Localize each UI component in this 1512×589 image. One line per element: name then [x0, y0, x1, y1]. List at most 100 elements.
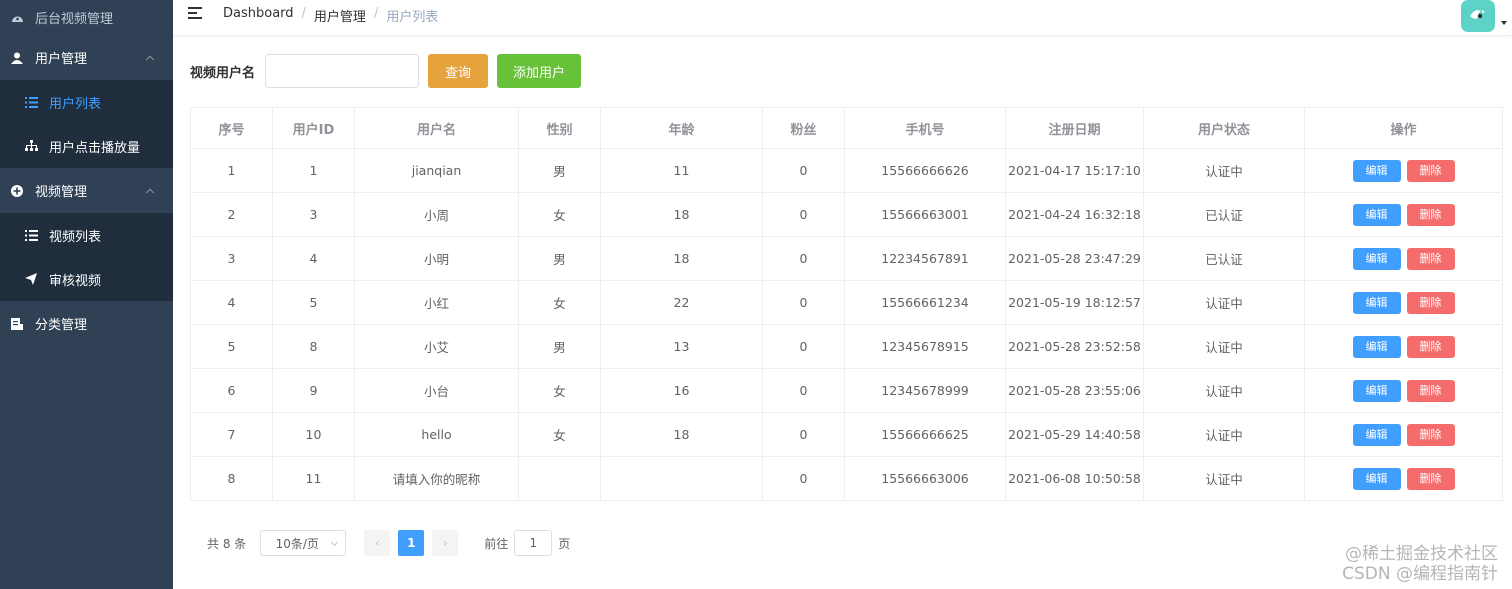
cell-fans: 0: [762, 324, 845, 369]
cell-username: 小明: [354, 236, 519, 281]
delete-button[interactable]: 删除: [1406, 467, 1455, 490]
table-header-row: 序号 用户ID 用户名 性别 年龄 粉丝 手机号 注册日期 用户状态 操作: [190, 107, 1503, 149]
cell-user-id: 5: [272, 280, 355, 325]
sidebar-item-label: 审核视频: [49, 273, 102, 289]
edit-button[interactable]: 编辑: [1352, 203, 1401, 226]
cell-user-id: 1: [272, 148, 355, 193]
edit-button[interactable]: 编辑: [1352, 291, 1401, 314]
cell-actions: 编辑 删除: [1304, 192, 1503, 237]
cell-age: 16: [600, 368, 763, 413]
delete-button[interactable]: 删除: [1406, 203, 1455, 226]
list-icon: [24, 95, 38, 109]
column-header: 操作: [1304, 107, 1503, 149]
cell-user-id: 11: [272, 456, 355, 501]
page-number-current[interactable]: 1: [398, 530, 425, 556]
table-row: 8 11 请填入你的昵称 0 15566663006 2021-06-08 10:50:5…: [190, 456, 1503, 501]
cell-index: 1: [190, 148, 273, 193]
sidebar-item-user-management[interactable]: 用户管理: [0, 35, 173, 80]
sidebar-item-label: 视频管理: [35, 185, 88, 200]
edit-button[interactable]: 编辑: [1352, 467, 1401, 490]
edit-button[interactable]: 编辑: [1352, 159, 1401, 182]
column-header: 粉丝: [762, 107, 845, 149]
cell-actions: 编辑 删除: [1304, 236, 1503, 281]
cell-actions: 编辑 删除: [1304, 324, 1503, 369]
goto-label: 前往: [484, 536, 509, 551]
cell-index: 2: [190, 192, 273, 237]
sidebar: 后台视频管理 用户管理 用户列表 用户点击播放量 视频管理 视频列表 审核视频 …: [0, 0, 173, 589]
cell-status: 认证中: [1143, 324, 1305, 369]
delete-button[interactable]: 删除: [1406, 379, 1455, 402]
dashboard-icon: [10, 11, 24, 25]
sidebar-item-user-list[interactable]: 用户列表: [0, 80, 173, 124]
cell-gender: 男: [518, 236, 601, 281]
edit-button[interactable]: 编辑: [1352, 423, 1401, 446]
cell-actions: 编辑 删除: [1304, 280, 1503, 325]
sidebar-item-dashboard[interactable]: 后台视频管理: [0, 0, 173, 35]
column-header: 用户ID: [272, 107, 355, 149]
delete-button[interactable]: 删除: [1406, 159, 1455, 182]
chevron-down-icon: [331, 538, 339, 547]
delete-button[interactable]: 删除: [1406, 291, 1455, 314]
prev-page-button[interactable]: ‹: [364, 530, 391, 556]
cell-status: 已认证: [1143, 236, 1305, 281]
edit-button[interactable]: 编辑: [1352, 379, 1401, 402]
add-user-button[interactable]: 添加用户: [497, 54, 582, 88]
cell-gender: 女: [518, 280, 601, 325]
breadcrumb-item-user-management[interactable]: 用户管理: [314, 6, 366, 25]
cell-fans: 0: [762, 148, 845, 193]
sidebar-item-video-list[interactable]: 视频列表: [0, 213, 173, 257]
cell-actions: 编辑 删除: [1304, 412, 1503, 457]
cell-index: 3: [190, 236, 273, 281]
page-size-value: 10条/页: [275, 536, 319, 551]
column-header: 用户状态: [1143, 107, 1305, 149]
user-icon: [10, 51, 24, 65]
cell-phone: 15566666625: [844, 412, 1006, 457]
cell-phone: 15566666626: [844, 148, 1006, 193]
cell-username: 小周: [354, 192, 519, 237]
breadcrumb-item-dashboard[interactable]: Dashboard: [223, 6, 294, 25]
cell-age: 18: [600, 192, 763, 237]
cell-gender: 男: [518, 324, 601, 369]
cell-status: 认证中: [1143, 456, 1305, 501]
page-size-select[interactable]: 10条/页: [260, 530, 347, 556]
pagination-total: 共 8 条: [207, 536, 247, 551]
goto-page: 前往 1 页: [484, 530, 570, 556]
query-button[interactable]: 查询: [428, 54, 489, 88]
goto-page-input[interactable]: 1: [514, 530, 553, 556]
hamburger-icon[interactable]: [188, 7, 202, 19]
sidebar-item-video-management[interactable]: 视频管理: [0, 168, 173, 213]
cell-fans: 0: [762, 412, 845, 457]
avatar[interactable]: [1461, 0, 1495, 32]
next-page-button[interactable]: ›: [432, 530, 459, 556]
cell-username: 请填入你的昵称: [354, 456, 519, 501]
cell-status: 已认证: [1143, 192, 1305, 237]
cell-actions: 编辑 删除: [1304, 368, 1503, 413]
edit-button[interactable]: 编辑: [1352, 247, 1401, 270]
cell-user-id: 9: [272, 368, 355, 413]
sidebar-item-review-video[interactable]: 审核视频: [0, 257, 173, 301]
edit-button[interactable]: 编辑: [1352, 335, 1401, 358]
cell-gender: [518, 456, 601, 501]
cell-register-date: 2021-06-08 10:50:58: [1005, 456, 1144, 501]
delete-button[interactable]: 删除: [1406, 247, 1455, 270]
username-search-input[interactable]: [265, 54, 420, 88]
goto-suffix: 页: [558, 536, 571, 551]
breadcrumb-separator: /: [373, 6, 379, 21]
cell-user-id: 3: [272, 192, 355, 237]
breadcrumb-separator: /: [301, 6, 306, 21]
table-row: 7 10 hello 女 18 0 15566666625 2021-05-29 14:40:…: [190, 412, 1503, 457]
sidebar-item-user-play-count[interactable]: 用户点击播放量: [0, 124, 173, 168]
watermark: @稀土掘金技术社区 CSDN @编程指南针: [1342, 544, 1498, 584]
cell-gender: 女: [518, 368, 601, 413]
delete-button[interactable]: 删除: [1406, 423, 1455, 446]
cell-status: 认证中: [1143, 280, 1305, 325]
cell-gender: 女: [518, 192, 601, 237]
delete-button[interactable]: 删除: [1406, 335, 1455, 358]
cell-register-date: 2021-05-28 23:55:06: [1005, 368, 1144, 413]
send-icon: [24, 272, 38, 286]
cell-index: 7: [190, 412, 273, 457]
cell-age: 13: [600, 324, 763, 369]
cell-gender: 男: [518, 148, 601, 193]
sidebar-item-category-management[interactable]: 分类管理: [0, 301, 173, 346]
caret-down-icon[interactable]: [1501, 21, 1507, 25]
